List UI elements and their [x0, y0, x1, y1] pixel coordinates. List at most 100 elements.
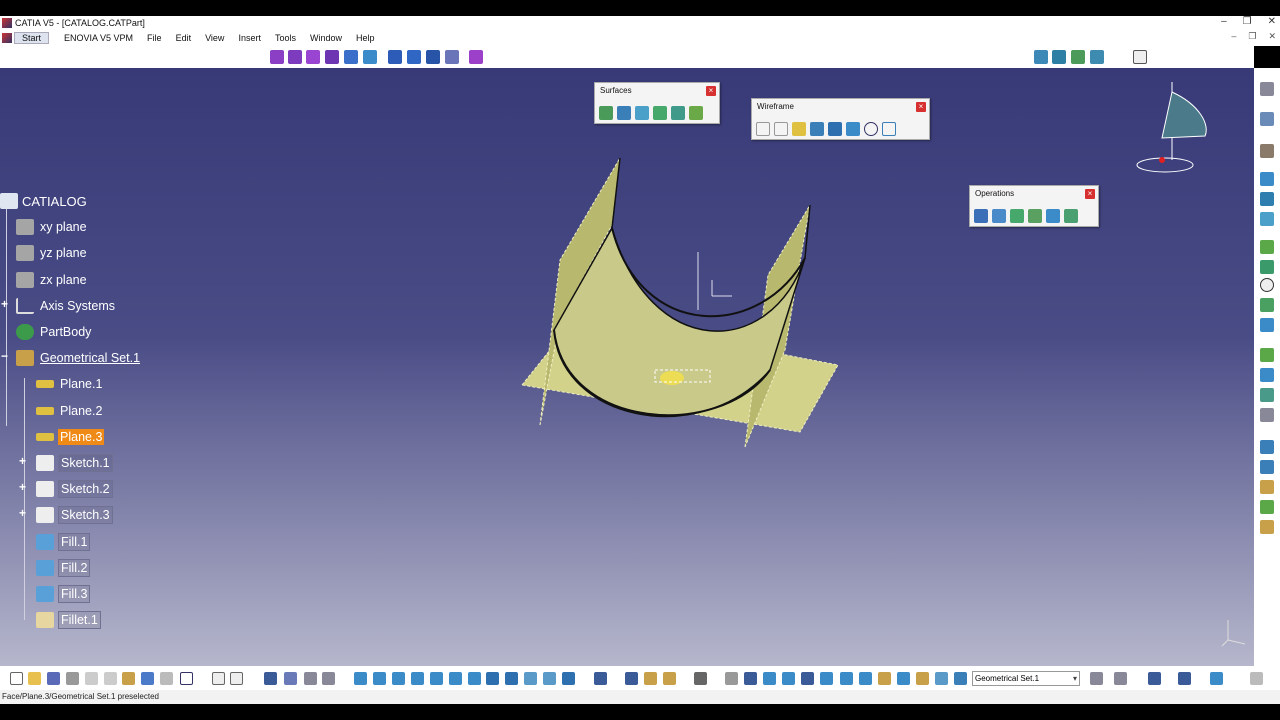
menu-enovia[interactable]: ENOVIA V5 VPM: [57, 33, 140, 43]
iso-view-icon[interactable]: [486, 672, 499, 685]
sketcher-icon[interactable]: [270, 50, 284, 64]
grid-icon[interactable]: [801, 672, 814, 685]
formula-icon[interactable]: [212, 672, 225, 685]
join-icon[interactable]: [974, 209, 988, 223]
menu-start[interactable]: Start: [14, 32, 50, 44]
tree-node-axis-systems[interactable]: Axis Systems: [16, 296, 117, 316]
pocket-icon[interactable]: [325, 50, 339, 64]
zoom-in-icon[interactable]: [430, 672, 443, 685]
redo-icon[interactable]: [160, 672, 173, 685]
box-icon[interactable]: [820, 672, 833, 685]
lock-icon[interactable]: [644, 672, 657, 685]
table-icon[interactable]: [264, 672, 277, 685]
selection-icon[interactable]: [663, 672, 676, 685]
surfaces-close-button[interactable]: ×: [706, 86, 716, 96]
tree-node-xy-plane[interactable]: xy plane: [16, 217, 89, 237]
analysis-view-icon[interactable]: [744, 672, 757, 685]
copy-icon[interactable]: [104, 672, 117, 685]
open-icon[interactable]: [28, 672, 41, 685]
menu-file[interactable]: File: [140, 33, 169, 43]
inertia-icon[interactable]: [897, 672, 910, 685]
tree-node-yz-plane[interactable]: yz plane: [16, 243, 89, 263]
rotate-icon[interactable]: [411, 672, 424, 685]
minimize-button[interactable]: –: [1221, 16, 1227, 27]
list-icon[interactable]: [935, 672, 948, 685]
restore-button[interactable]: ❐: [1243, 16, 1252, 27]
shading-icon[interactable]: [505, 672, 518, 685]
plane-icon[interactable]: [792, 122, 806, 136]
view-rotate-icon[interactable]: [1071, 50, 1085, 64]
catalog-icon[interactable]: [284, 672, 297, 685]
point-icon[interactable]: [756, 122, 770, 136]
cube-view-icon[interactable]: [1178, 672, 1191, 685]
connect-curve-icon[interactable]: [1260, 212, 1274, 226]
slot-icon[interactable]: [426, 50, 440, 64]
blend-icon[interactable]: [689, 106, 703, 120]
view-pan-icon[interactable]: [1052, 50, 1066, 64]
work-object-icon[interactable]: [954, 672, 967, 685]
stiffener-icon[interactable]: [445, 50, 459, 64]
view-fit-icon[interactable]: [1034, 50, 1048, 64]
close-button[interactable]: ✕: [1268, 16, 1276, 27]
view-zoom-icon[interactable]: [1090, 50, 1104, 64]
hide-show-icon[interactable]: [524, 672, 537, 685]
datum-icon[interactable]: [1260, 408, 1274, 422]
menu-edit[interactable]: Edit: [169, 33, 199, 43]
rib-icon[interactable]: [407, 50, 421, 64]
tree-node-partbody[interactable]: PartBody: [16, 322, 93, 342]
tree-node-sketch-2[interactable]: Sketch.2: [36, 479, 113, 499]
body-insert-icon[interactable]: [322, 672, 335, 685]
wireframe-toolbar[interactable]: Wireframe ×: [751, 98, 930, 140]
tree-node-plane-2[interactable]: Plane.2: [36, 401, 104, 421]
scale-icon[interactable]: [1260, 368, 1274, 382]
operations-toolbar[interactable]: Operations ×: [969, 185, 1099, 227]
boundary-icon[interactable]: [1064, 209, 1078, 223]
affinity-icon[interactable]: [1260, 388, 1274, 402]
extremum-icon[interactable]: [1260, 172, 1274, 186]
groove-icon[interactable]: [363, 50, 377, 64]
cube-icon[interactable]: [388, 50, 402, 64]
current-set-select[interactable]: Geometrical Set.1 ▾: [972, 671, 1080, 686]
sketch-icon[interactable]: [1210, 672, 1223, 685]
axis-icon[interactable]: [763, 672, 776, 685]
draft-analysis-icon[interactable]: [1260, 500, 1274, 514]
measure-icon[interactable]: [1260, 82, 1274, 96]
parent-children-icon[interactable]: [625, 672, 638, 685]
expand-sketch-1-icon[interactable]: +: [19, 454, 26, 468]
update-icon[interactable]: [594, 672, 607, 685]
save-icon[interactable]: [47, 672, 60, 685]
extrude-icon[interactable]: [599, 106, 613, 120]
spline-icon[interactable]: [882, 122, 896, 136]
doc-restore-button[interactable]: ❐: [1248, 31, 1256, 42]
cut-plane-icon[interactable]: [859, 672, 872, 685]
intersection-icon[interactable]: [828, 122, 842, 136]
paste-icon[interactable]: [122, 672, 135, 685]
collapse-geoset-icon[interactable]: −: [1, 349, 8, 363]
pan-icon[interactable]: [392, 672, 405, 685]
knowledge-icon[interactable]: [230, 672, 243, 685]
reference-icon[interactable]: [916, 672, 929, 685]
translate-icon[interactable]: [1028, 209, 1042, 223]
sweep-icon[interactable]: [671, 106, 685, 120]
constraint-icon[interactable]: [1260, 144, 1274, 158]
scene-icon[interactable]: [840, 672, 853, 685]
hole-icon[interactable]: [344, 50, 358, 64]
fly-mode-icon[interactable]: [354, 672, 367, 685]
tree-node-geometrical-set[interactable]: Geometrical Set.1: [16, 348, 142, 368]
multi-section-icon[interactable]: [469, 50, 483, 64]
normal-view-icon[interactable]: [468, 672, 481, 685]
tree-node-fill-1[interactable]: Fill.1: [36, 532, 91, 552]
expand-axis-systems-icon[interactable]: +: [1, 297, 8, 311]
axis-system-icon[interactable]: [1260, 112, 1274, 126]
view-mode-icon[interactable]: [562, 672, 575, 685]
tree-root[interactable]: CATIALOG: [0, 191, 87, 211]
help-icon[interactable]: [180, 672, 193, 685]
doc-minimize-button[interactable]: –: [1231, 31, 1236, 42]
tree-node-plane-3[interactable]: Plane.3: [36, 427, 105, 447]
spine-icon[interactable]: [1260, 318, 1274, 332]
split-icon[interactable]: [992, 209, 1006, 223]
compass-reset-icon[interactable]: [725, 672, 738, 685]
tree-node-sketch-1[interactable]: Sketch.1: [36, 453, 113, 473]
operations-close-button[interactable]: ×: [1085, 189, 1095, 199]
pad-icon[interactable]: [288, 50, 302, 64]
